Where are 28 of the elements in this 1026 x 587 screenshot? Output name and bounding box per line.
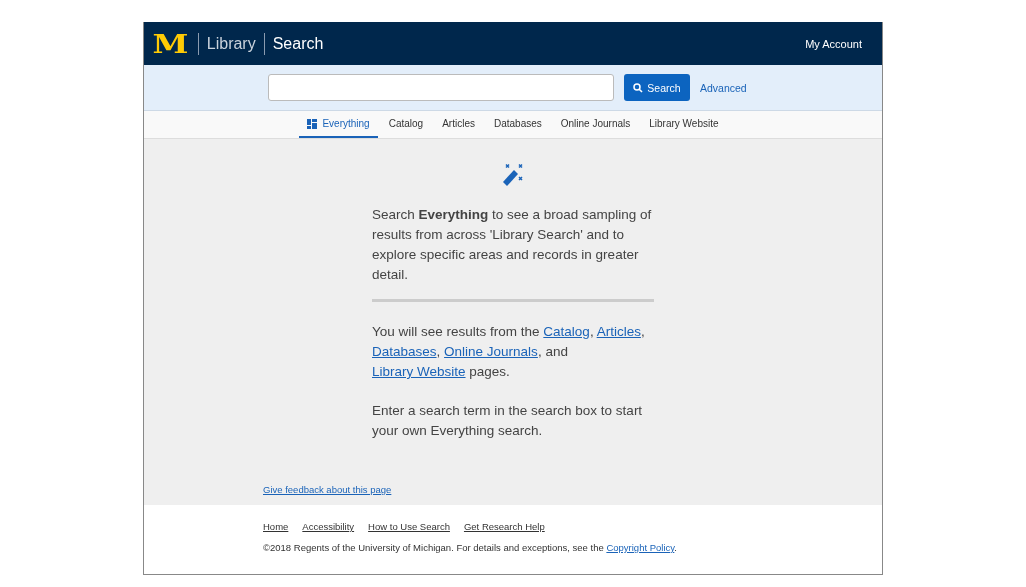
text-link[interactable]: Library Website [372,364,466,379]
tab[interactable]: Catalog [380,111,432,138]
copyright-text: ©2018 Regents of the University of Michigan. For details and exceptions, see the Copyright Policy. [263,542,678,553]
footer-link[interactable]: Home [263,521,289,532]
tab[interactable]: Library Website [641,111,727,138]
footer-link[interactable]: How to Use Search [368,521,450,532]
footer-link[interactable]: Accessibility [302,521,355,532]
feedback-link[interactable]: Give feedback about this page [263,484,392,495]
logo[interactable]: M [145,28,195,59]
library-label: Library [206,34,256,53]
text-link[interactable]: Articles [596,324,641,339]
tab[interactable]: Articles [434,111,483,138]
text-link[interactable]: Online Journals [444,344,538,359]
tab[interactable]: Online Journals [552,111,639,138]
text-link[interactable]: Databases [372,344,437,359]
intro-text: Search Everything to see a broad sampling of results from across 'Library Search' and to explore specific areas and records in greater detail. [372,206,653,284]
text-link[interactable]: Catalog [543,324,590,339]
account-link[interactable]: My Account [805,37,862,50]
search-icon [633,82,644,93]
tab[interactable]: Databases [485,111,550,138]
search-button[interactable]: Search [624,74,690,101]
results-note: You will see results from the Catalog, Articles, Databases, Online Journals, and Library Website pages. [372,323,646,381]
hint-text: Enter a search term in the search box to start your own Everything search. [372,402,644,440]
site-title: Search [272,34,324,53]
tab[interactable]: Everything [299,111,378,138]
footer-link[interactable]: Get Research Help [463,521,545,532]
search-field[interactable] [268,74,614,101]
advanced-link[interactable]: Advanced [700,81,747,94]
